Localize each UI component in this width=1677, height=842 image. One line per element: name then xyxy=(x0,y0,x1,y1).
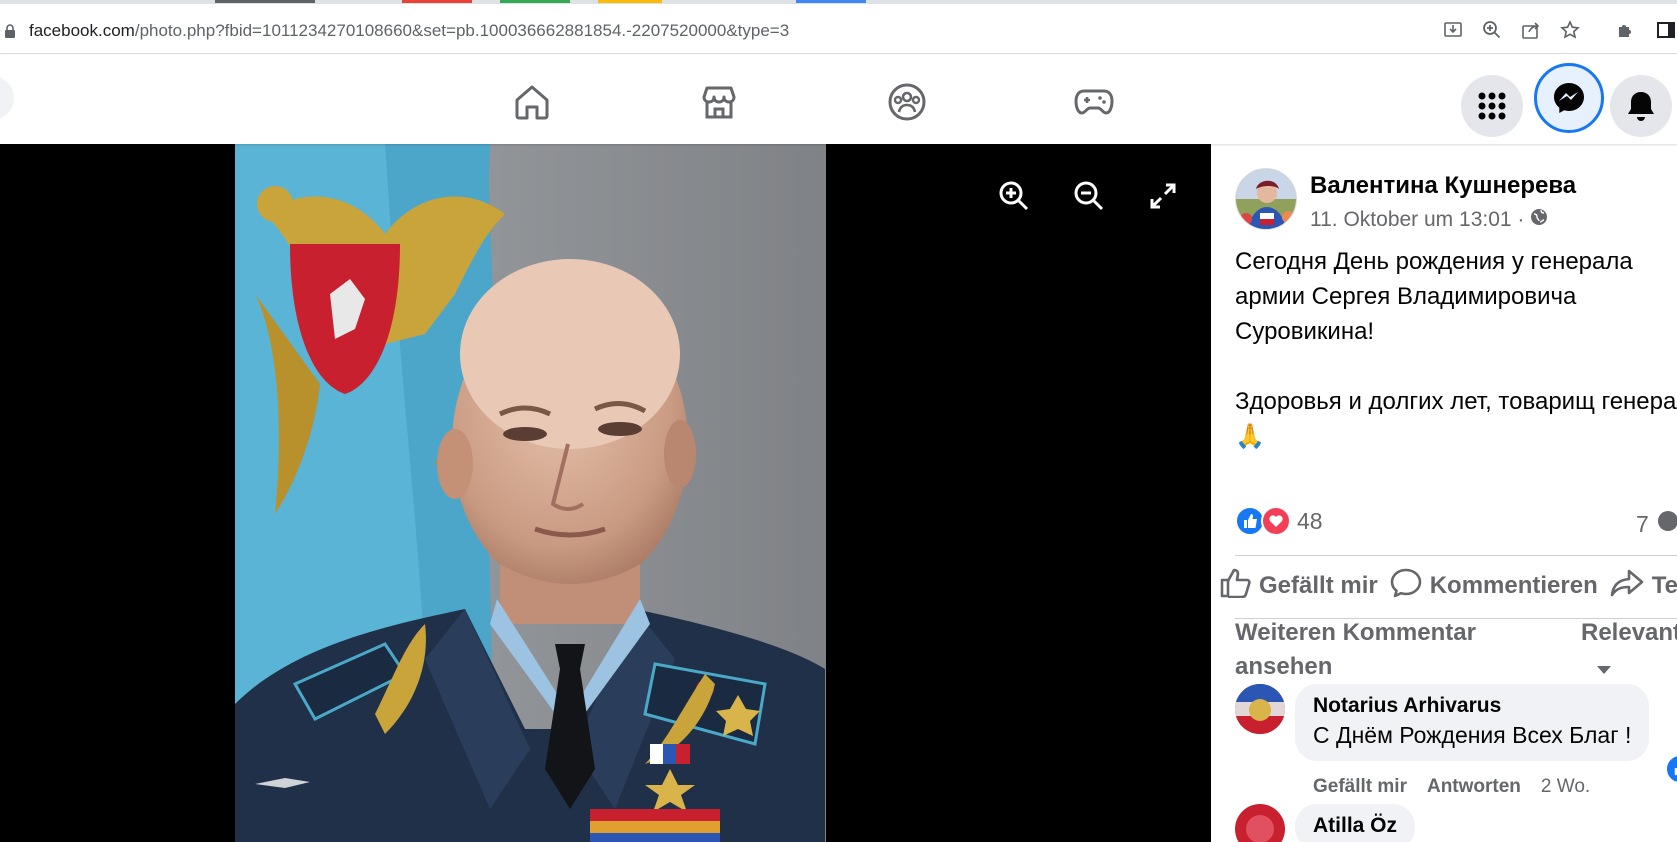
menu-grid-icon[interactable] xyxy=(1461,75,1523,137)
url-host: facebook.com xyxy=(29,21,135,40)
commenter-avatar[interactable] xyxy=(1235,684,1285,734)
author-avatar[interactable] xyxy=(1235,168,1297,230)
comment-bubble: Atilla Öz xyxy=(1295,804,1416,842)
comment-count: 7 xyxy=(1636,510,1649,537)
post-line: 🙏 xyxy=(1235,423,1265,450)
like-button[interactable]: Gefällt mir xyxy=(1219,568,1378,605)
comment-label: Kommentieren xyxy=(1429,572,1598,599)
post-line: Суровикина! xyxy=(1235,318,1375,345)
reaction-count: 48 xyxy=(1297,507,1323,534)
post-line xyxy=(1235,349,1677,384)
url-path: /photo.php?fbid=1011234270108660&set=pb.… xyxy=(134,21,790,40)
zoom-out-icon[interactable] xyxy=(1069,176,1109,216)
browser-window: facebook.com/photo.php?fbid=101123427010… xyxy=(0,0,1677,842)
marketplace-icon[interactable] xyxy=(689,77,749,127)
gaming-icon[interactable] xyxy=(1064,77,1124,127)
tab-indicator[interactable] xyxy=(215,0,315,3)
comment-text: С Днём Рождения Всех Благ ! xyxy=(1313,722,1632,748)
tab-indicator[interactable] xyxy=(598,0,662,3)
share-icon[interactable] xyxy=(1519,18,1543,42)
comment-footer: Gefällt mir Antworten 2 Wo. xyxy=(1313,776,1590,798)
commenter-name[interactable]: Notarius Arhivarus xyxy=(1313,694,1631,718)
share-arrow-icon xyxy=(1610,568,1644,605)
notifications-icon[interactable] xyxy=(1610,75,1672,137)
post-line: Сегодня День рождения у генерала xyxy=(1235,248,1633,275)
globe-icon xyxy=(1530,208,1548,232)
extensions-icon[interactable] xyxy=(1613,18,1637,42)
omnibox-actions xyxy=(1441,18,1582,42)
view-more-line: Weiteren Kommentar xyxy=(1235,619,1476,646)
commenter-name[interactable]: Atilla Öz xyxy=(1313,814,1397,838)
post-meta: 11. Oktober um 13:01 · xyxy=(1310,208,1548,232)
post-details-panel: Валентина Кушнерева 11. Oktober um 13:01… xyxy=(1211,144,1677,842)
comment-button[interactable]: Kommentieren xyxy=(1390,568,1598,605)
facebook-top-nav xyxy=(0,55,1677,144)
share-label: Teilen xyxy=(1651,572,1677,599)
comment-like-button[interactable]: Gefällt mir xyxy=(1313,776,1407,798)
comment-bubble: Notarius Arhivarus С Днём Рождения Всех … xyxy=(1295,684,1650,761)
install-icon[interactable] xyxy=(1441,18,1465,42)
search-button[interactable] xyxy=(0,76,14,120)
groups-icon[interactable] xyxy=(877,77,937,127)
love-reaction-icon xyxy=(1261,506,1291,536)
tab-indicator[interactable] xyxy=(402,0,472,3)
lock-icon[interactable] xyxy=(4,24,16,43)
tab-indicator[interactable] xyxy=(500,0,570,3)
like-label: Gefällt mir xyxy=(1259,572,1378,599)
comment-count-link[interactable]: 7 xyxy=(1636,510,1677,538)
comment-reply-button[interactable]: Antworten xyxy=(1427,776,1521,798)
post-text: Сегодня День рождения у генерала армии С… xyxy=(1235,244,1677,454)
comment-bubble-icon xyxy=(1657,510,1677,538)
url-text[interactable]: facebook.com/photo.php?fbid=101123427010… xyxy=(29,21,789,41)
caret-down-icon[interactable] xyxy=(1596,662,1612,680)
photo-illustration xyxy=(235,144,826,842)
address-bar[interactable]: facebook.com/photo.php?fbid=101123427010… xyxy=(0,4,1677,54)
comment-icon xyxy=(1390,568,1422,605)
home-icon[interactable] xyxy=(502,77,562,127)
thumbs-up-icon xyxy=(1219,568,1251,605)
divider xyxy=(1235,555,1677,556)
comment-like-badge-icon[interactable] xyxy=(1665,754,1677,784)
post-line: Здоровья и долгих лет, товарищ генерал! xyxy=(1235,388,1677,415)
view-more-comments[interactable]: Weiteren Kommentar ansehen xyxy=(1235,616,1476,684)
commenter-avatar[interactable] xyxy=(1235,804,1285,842)
sort-comments-dropdown[interactable]: Relevanteste xyxy=(1581,616,1677,650)
zoom-in-icon[interactable] xyxy=(994,176,1034,216)
post-author[interactable]: Валентина Кушнерева xyxy=(1310,172,1576,200)
messenger-icon[interactable] xyxy=(1534,63,1604,133)
bookmark-star-icon[interactable] xyxy=(1558,18,1582,42)
photo-viewer xyxy=(0,144,1211,842)
view-more-line: ansehen xyxy=(1235,653,1333,680)
post-actions: Gefällt mir Kommentieren Teilen xyxy=(1219,564,1677,608)
post-date[interactable]: 11. Oktober um 13:01 · xyxy=(1310,208,1524,232)
reactions-summary[interactable]: 48 xyxy=(1235,506,1323,536)
post-photo[interactable] xyxy=(235,144,826,842)
share-button[interactable]: Teilen xyxy=(1610,568,1677,605)
side-panel-icon[interactable] xyxy=(1654,18,1677,42)
toolbar-actions xyxy=(1613,18,1677,42)
post-line: армии Сергея Владимировича xyxy=(1235,283,1577,310)
comment-time[interactable]: 2 Wo. xyxy=(1541,776,1590,798)
tab-indicator[interactable] xyxy=(796,0,866,3)
zoom-icon[interactable] xyxy=(1480,18,1504,42)
fullscreen-icon[interactable] xyxy=(1143,176,1183,216)
